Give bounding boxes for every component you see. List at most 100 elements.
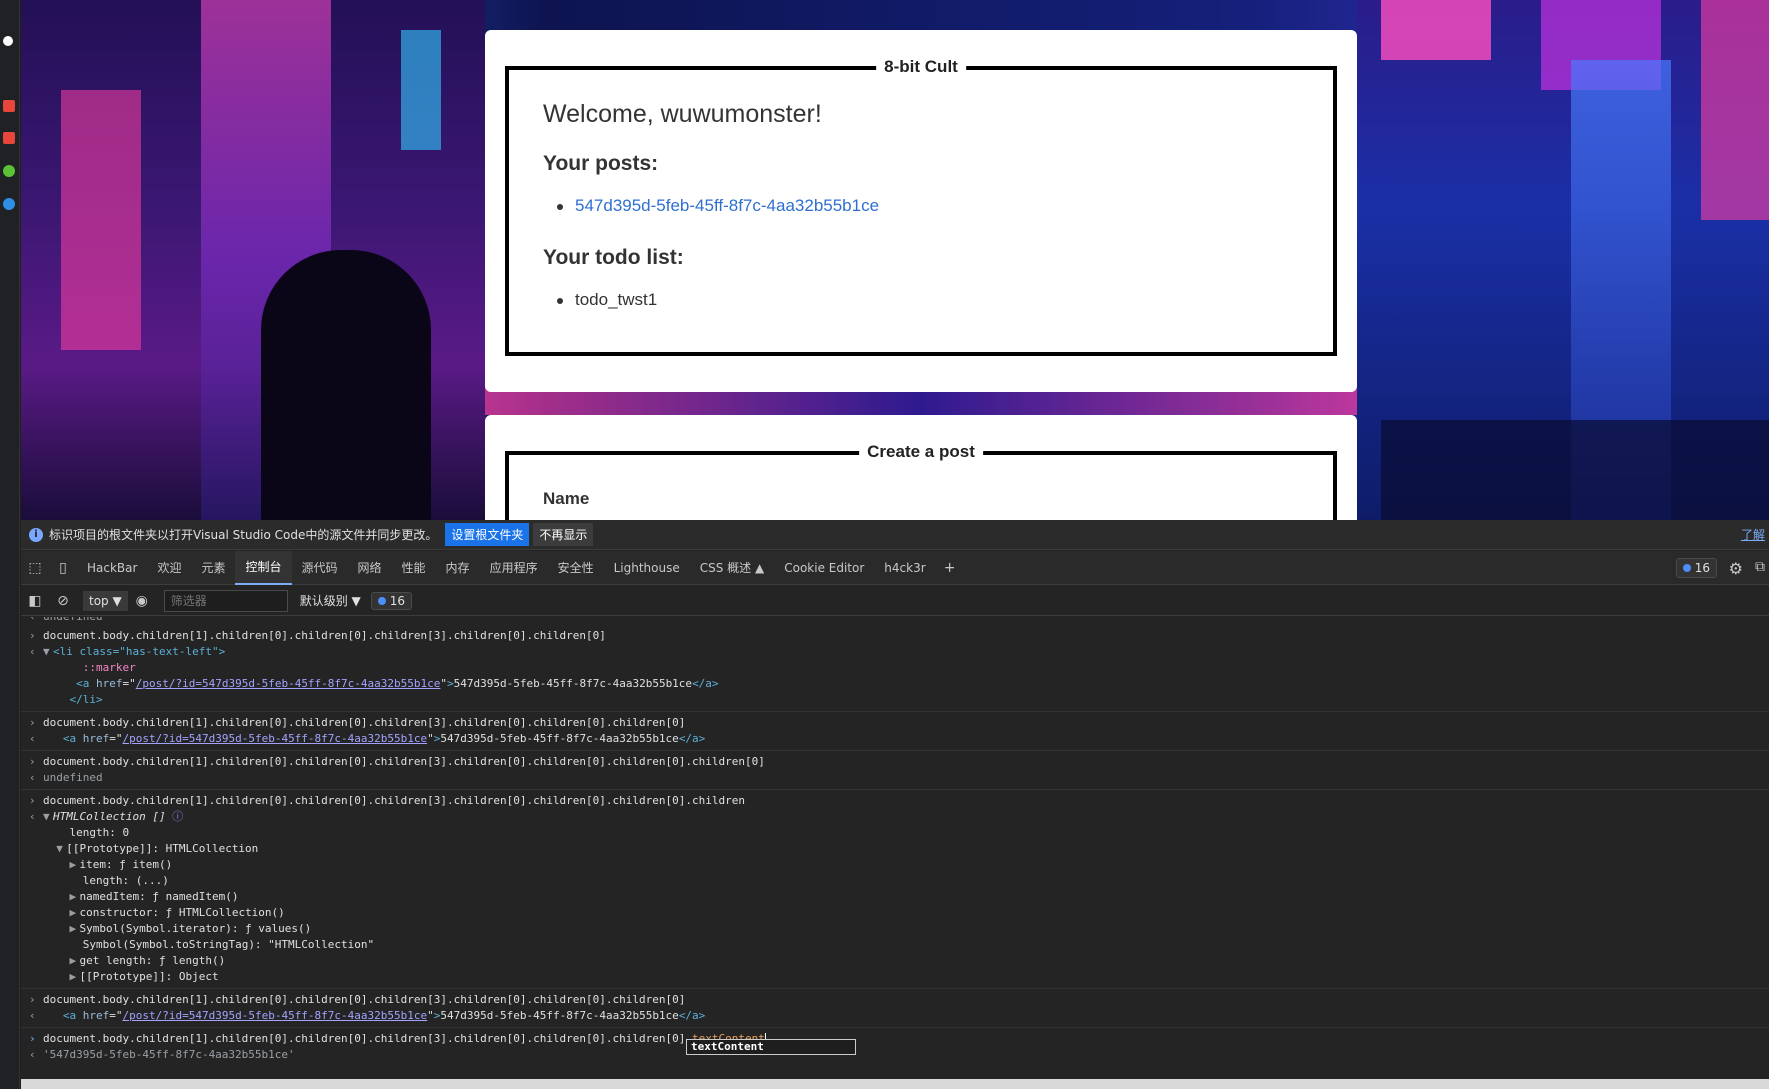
sidebar-app-icon[interactable] — [3, 132, 15, 144]
bullet — [557, 204, 563, 210]
todo-item-text: todo_twst1 — [575, 290, 658, 309]
console-result: ::marker — [82, 661, 136, 674]
log-level-select[interactable]: 默认级别 ▼ — [300, 592, 361, 609]
window-bottom-bar — [21, 1079, 1769, 1089]
tab-h4ck3r[interactable]: h4ck3r — [874, 551, 935, 585]
console-output[interactable]: ‹undefined ›document.body.children[1].ch… — [21, 617, 1769, 1089]
context-value: top — [89, 593, 109, 608]
background-art — [261, 250, 431, 520]
eye-icon[interactable]: ◉ — [128, 587, 156, 615]
dock-menu-icon[interactable]: ⧉ — [1755, 559, 1765, 575]
console-result[interactable]: ▼ [[Prototype]]: HTMLCollection — [21, 841, 1769, 857]
tab-elements[interactable]: 元素 — [191, 551, 235, 585]
issues-badge[interactable]: 16 — [1675, 558, 1717, 578]
devtools-tabbar: ⬚ ▯ HackBar 欢迎 元素 控制台 源代码 网络 性能 内存 应用程序 … — [21, 550, 1769, 585]
console-prompt[interactable]: › document.body.children[1].children[0].c… — [21, 1028, 1769, 1066]
page-viewport: 8-bit Cult Welcome, wuwumonster! Your po… — [21, 0, 1769, 520]
console-result: </li> — [69, 693, 103, 706]
sidebar-app-icon[interactable] — [3, 100, 15, 112]
browser-side-strip — [0, 0, 20, 1089]
welcome-card: 8-bit Cult Welcome, wuwumonster! Your po… — [485, 30, 1357, 392]
background-art — [1701, 0, 1769, 220]
console-command: › document.body.children[1].children[0].c… — [29, 794, 745, 807]
console-result[interactable]: ‹ <a href="/post/?id=547d395d-5feb-45ff-… — [21, 1008, 1769, 1024]
console-result[interactable]: ▶ constructor: ƒ HTMLCollection() — [21, 905, 1769, 921]
tab-cookie-editor[interactable]: Cookie Editor — [774, 551, 874, 585]
console-entry: › document.body.children[1].children[0].c… — [21, 989, 1769, 1028]
todo-item: todo_twst1 — [557, 290, 658, 310]
console-result[interactable]: <a href="/post/?id=547d395d-5feb-45ff-8f… — [21, 676, 1769, 692]
filter-input[interactable] — [163, 589, 288, 612]
bullet — [557, 298, 563, 304]
tab-sources[interactable]: 源代码 — [292, 551, 348, 585]
learn-more-link[interactable]: 了解 — [1741, 526, 1765, 543]
console-entry: › document.body.children[1].children[0].c… — [21, 790, 1769, 989]
post-link[interactable]: 547d395d-5feb-45ff-8f7c-4aa32b55b1ce — [557, 196, 879, 216]
todo-heading: Your todo list: — [543, 246, 684, 269]
console-command: › document.body.children[1].children[0].c… — [29, 755, 765, 768]
add-tab-icon[interactable]: + — [936, 554, 964, 582]
tab-network[interactable]: 网络 — [348, 551, 392, 585]
sidebar-app-icon[interactable] — [3, 36, 13, 46]
console-result[interactable]: ▶ item: ƒ item() — [21, 857, 1769, 873]
console-result[interactable]: ▶ [[Prototype]]: Object — [21, 969, 1769, 985]
console-result[interactable]: ▶ Symbol(Symbol.iterator): ƒ values() — [21, 921, 1769, 937]
tab-security[interactable]: 安全性 — [548, 551, 604, 585]
console-result[interactable]: ‹ <a href="/post/?id=547d395d-5feb-45ff-… — [21, 731, 1769, 747]
background-art — [61, 90, 141, 350]
issues-count: 16 — [1694, 561, 1710, 575]
tab-hackbar[interactable]: HackBar — [77, 551, 147, 585]
console-entry: › document.body.children[1].children[0].c… — [21, 751, 1769, 790]
welcome-fieldset: 8-bit Cult Welcome, wuwumonster! Your po… — [505, 57, 1337, 356]
post-link-text[interactable]: 547d395d-5feb-45ff-8f7c-4aa32b55b1ce — [575, 196, 879, 215]
console-result: ‹undefined — [21, 617, 1769, 625]
background-art — [1381, 0, 1491, 60]
context-select[interactable]: top ▼ — [83, 590, 128, 611]
tab-welcome[interactable]: 欢迎 — [147, 551, 191, 585]
console-toolbar: ◧ ⊘ top ▼ ◉ 默认级别 ▼ 16 — [21, 586, 1769, 616]
autocomplete-suggestion[interactable]: textContent — [686, 1039, 856, 1055]
console-command: › document.body.children[1].children[0].c… — [29, 993, 686, 1006]
console-result: Symbol(Symbol.toStringTag): "HTMLCollect… — [82, 938, 375, 951]
console-command: › document.body.children[1].children[0].c… — [29, 629, 606, 642]
console-entry: › document.body.children[1].children[0].c… — [21, 625, 1769, 712]
console-result[interactable]: ‹ ▼ <li class="has-text-left"> — [21, 644, 1769, 660]
inspect-element-icon[interactable]: ⬚ — [21, 554, 49, 582]
background-art — [401, 30, 441, 150]
console-input[interactable]: › document.body.children[1].children[0].c… — [21, 1031, 1769, 1047]
tab-application[interactable]: 应用程序 — [480, 551, 548, 585]
clear-console-icon[interactable]: ⊘ — [49, 587, 77, 615]
name-label: Name — [543, 489, 590, 508]
dont-show-again-button[interactable]: 不再显示 — [533, 523, 594, 546]
set-root-folder-button[interactable]: 设置根文件夹 — [445, 523, 530, 546]
create-post-card: Create a post Name — [485, 415, 1357, 520]
tab-css-overview[interactable]: CSS 概述 ▲ — [690, 551, 774, 585]
sidebar-app-icon[interactable] — [3, 165, 15, 177]
gear-icon[interactable]: ⚙ — [1729, 559, 1743, 578]
console-result[interactable]: ▶ get length: ƒ length() — [21, 953, 1769, 969]
log-level-value: 默认级别 — [299, 594, 348, 608]
posts-heading: Your posts: — [543, 152, 659, 175]
infobar-message: 标识项目的根文件夹以打开Visual Studio Code中的源文件并同步更改… — [49, 528, 438, 542]
devtools-infobar: i 标识项目的根文件夹以打开Visual Studio Code中的源文件并同步… — [21, 520, 1769, 550]
sidebar-toggle-icon[interactable]: ◧ — [21, 587, 49, 615]
card-title: 8-bit Cult — [876, 57, 966, 77]
console-result: length: (...) — [82, 874, 169, 887]
message-count-badge[interactable]: 16 — [370, 591, 413, 610]
console-result[interactable]: ‹ ▼ HTMLCollection [] ⓘ — [21, 809, 1769, 825]
create-post-fieldset: Create a post Name — [505, 442, 1337, 520]
message-count: 16 — [389, 593, 406, 608]
console-command: › document.body.children[1].children[0].c… — [29, 716, 686, 729]
tab-performance[interactable]: 性能 — [392, 551, 436, 585]
messages-icon — [377, 596, 386, 605]
device-toolbar-icon[interactable]: ▯ — [49, 554, 77, 582]
console-entry: › document.body.children[1].children[0].c… — [21, 712, 1769, 751]
console-result[interactable]: ▶ namedItem: ƒ namedItem() — [21, 889, 1769, 905]
tab-console[interactable]: 控制台 — [235, 550, 292, 585]
tab-lighthouse[interactable]: Lighthouse — [604, 551, 690, 585]
devtools-panel: i 标识项目的根文件夹以打开Visual Studio Code中的源文件并同步… — [21, 520, 1769, 1089]
tab-memory[interactable]: 内存 — [436, 551, 480, 585]
issues-icon — [1682, 564, 1691, 572]
sidebar-app-icon[interactable] — [3, 198, 15, 210]
welcome-heading: Welcome, wuwumonster! — [543, 100, 822, 128]
